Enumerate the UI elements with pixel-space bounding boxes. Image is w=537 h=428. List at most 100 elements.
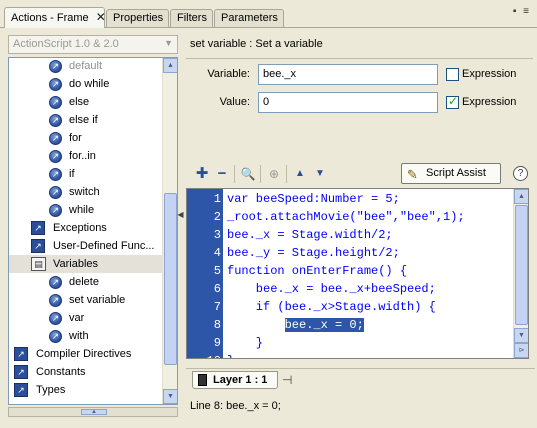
tab-properties[interactable]: Properties [106,9,169,27]
variable-input[interactable]: bee._x [258,64,438,85]
selected-code[interactable]: bee._x = 0; [284,318,364,332]
line-number: 1 [213,192,221,206]
script-toolbar: ✚ − 🔍 ⊕ ▲ ▼ ✎ Script Assist ? [186,161,535,187]
toolbar-separator [234,165,235,183]
tree-item-label: set variable [69,294,126,306]
statement-icon: ↗ [49,168,62,181]
tab-filters[interactable]: Filters [170,9,213,27]
tree-scrollbar[interactable]: ▲ ▼ [162,58,177,404]
language-version-select[interactable]: ActionScript 1.0 & 2.0 ▼ [8,35,178,54]
tab-actions-frame[interactable]: Actions - Frame ✕ [4,7,106,28]
script-assist-button[interactable]: ✎ Script Assist [401,163,501,184]
scroll-up-icon[interactable]: ▲ [163,58,177,73]
actions-panel: Actions - Frame ✕ Properties Filters Par… [0,0,537,428]
tree-item[interactable]: ↗ Compiler Directives [9,345,162,363]
add-item-icon[interactable]: ✚ [194,166,210,182]
scroll-end-icon[interactable]: ⊳ [514,343,528,358]
scroll-down-icon[interactable]: ▼ [514,328,528,343]
book-icon: ↗ [14,347,28,361]
line-number: 9 [213,336,221,350]
tree-scroll-thumb[interactable] [164,193,177,365]
code-line[interactable]: bee._x = 0; [227,316,364,334]
code-line[interactable]: } [227,352,234,358]
tree-item[interactable]: ↗ switch [9,183,162,201]
book-icon: ↗ [14,383,28,397]
value-expression-label: Expression [462,96,517,108]
tree-item[interactable]: ↗ do while [9,75,162,93]
tree-item-label: do while [69,78,110,90]
tree-item-label: delete [69,276,99,288]
editor-scroll-thumb[interactable] [515,205,528,325]
code-line[interactable]: } [227,334,263,352]
actions-toolbox: ActionScript 1.0 & 2.0 ▼ ↗ default ↗ do whi… [5,32,181,420]
value-label: Value: [219,96,250,108]
insert-target-path-icon[interactable]: ⊕ [266,166,282,182]
statement-icon: ↗ [49,204,62,217]
code-line[interactable]: if (bee._x>Stage.width) { [227,298,436,316]
pin-script-icon[interactable]: ⊣ [282,373,292,387]
tab-parameters-label: Parameters [221,12,278,24]
tree-item[interactable]: ↗ default [9,58,162,75]
statement-icon: ↗ [49,78,62,91]
code-line[interactable]: var beeSpeed:Number = 5; [227,190,400,208]
tree-item-label: if [69,168,75,180]
tree-item-label: Variables [53,258,99,270]
statement-icon: ↗ [49,312,62,325]
tree-item[interactable]: ↗ while [9,201,162,219]
close-icon[interactable]: ✕ [96,10,106,24]
chevron-down-icon[interactable]: ▼ [164,38,173,48]
tree-item[interactable]: ↗ if [9,165,162,183]
panel-options-icon[interactable]: ▪ ≡ [513,6,531,17]
code-line[interactable]: function onEnterFrame() { [227,262,407,280]
tree-item-label: for..in [69,150,96,162]
value-input[interactable]: 0 [258,92,438,113]
collapse-arrow-icon[interactable]: ▲ [81,409,107,415]
tree-item[interactable]: ↗ else [9,93,162,111]
tree-item[interactable]: ↗ with [9,327,162,345]
move-down-icon[interactable]: ▼ [312,166,328,182]
variable-expression-checkbox[interactable] [446,68,459,81]
value-expression-checkbox[interactable] [446,94,459,109]
code-editor[interactable]: 1 2 3 4 5 6 7 8 9 10 var beeSpeed:Number = 5;_roo… [186,188,529,359]
code-line[interactable]: bee._x = Stage.width/2; [227,226,393,244]
book-icon: ↗ [31,221,45,235]
tree-item[interactable]: ↗ for [9,129,162,147]
tree-item[interactable]: ↗ Constants [9,363,162,381]
toolbox-resize-bar[interactable]: ▲ [8,407,178,417]
scroll-up-icon[interactable]: ▲ [514,189,528,204]
line-number: 7 [213,300,221,314]
toolbar-separator [286,165,287,183]
code-line[interactable]: bee._x = bee._x+beeSpeed; [227,280,436,298]
actions-tree: ↗ default ↗ do while ↗ else ↗ else if ↗ for ↗ for..… [8,57,178,405]
panel-tab-bar: Actions - Frame ✕ Properties Filters Par… [0,0,537,28]
code-line[interactable]: _root.attachMovie("bee","bee",1); [227,208,465,226]
line-number: 3 [213,228,221,242]
tree-item[interactable]: ↗ for..in [9,147,162,165]
tree-item[interactable]: ↗ User-Defined Func... [9,237,162,255]
code-line[interactable]: bee._y = Stage.height/2; [227,244,400,262]
tree-item-label: while [69,204,95,216]
statement-icon: ↗ [49,60,62,73]
pane-splitter-arrow-icon[interactable]: ◀ [177,200,184,230]
help-icon[interactable]: ? [513,166,528,181]
tree-item[interactable]: ▤ Variables [9,255,162,273]
delete-item-icon[interactable]: − [214,166,230,182]
tree-item[interactable]: ↗ else if [9,111,162,129]
tree-item[interactable]: ↗ var [9,309,162,327]
scroll-down-icon[interactable]: ▼ [163,389,177,404]
tree-item[interactable]: ↗ Exceptions [9,219,162,237]
editor-scrollbar[interactable]: ▲ ▼ ⊳ [513,189,528,358]
layer-tab-label: Layer 1 : 1 [213,374,268,386]
code-area[interactable]: var beeSpeed:Number = 5; _root.attachMovi… [223,189,513,358]
move-up-icon[interactable]: ▲ [292,166,308,182]
tree-item[interactable]: ↗ set variable [9,291,162,309]
tab-parameters[interactable]: Parameters [214,9,284,27]
statement-icon: ↗ [49,186,62,199]
tree-item[interactable]: ↗ Types [9,381,162,399]
layer-tab[interactable]: Layer 1 : 1 [192,371,278,389]
tree-item[interactable]: ↗ delete [9,273,162,291]
tree-item-label: switch [69,186,100,198]
line-number: 2 [213,210,221,224]
statement-icon: ↗ [49,96,62,109]
find-icon[interactable]: 🔍 [240,166,256,182]
